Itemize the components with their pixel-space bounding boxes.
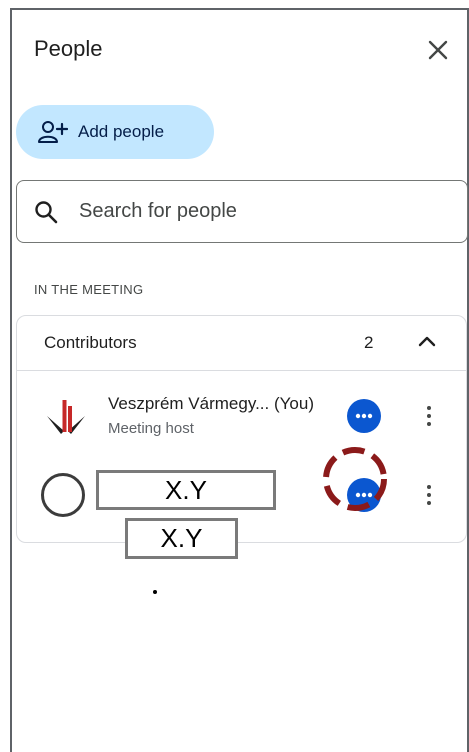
close-icon [428, 40, 448, 60]
add-people-button[interactable]: Add people [16, 105, 214, 159]
contributors-label: Contributors [44, 333, 137, 352]
redacted-name-box: X.Y [96, 470, 276, 510]
redacted-label-box: X.Y [125, 518, 238, 559]
people-panel: People Add people Search for people IN T… [10, 8, 469, 752]
avatar [41, 473, 85, 517]
more-vert-icon[interactable] [419, 480, 439, 510]
search-placeholder: Search for people [79, 200, 237, 222]
person-add-icon [38, 121, 68, 143]
participant-role: Meeting host [108, 420, 194, 437]
participant-row: Veszprém Vármegy... (You) Meeting host [17, 386, 466, 446]
add-people-label: Add people [78, 122, 165, 141]
panel-title: People [34, 36, 103, 61]
search-people-input[interactable]: Search for people [16, 180, 468, 243]
search-icon [35, 200, 58, 223]
section-heading: IN THE MEETING [34, 282, 144, 297]
contributors-count: 2 [364, 333, 374, 352]
more-horizontal-icon [355, 413, 373, 419]
contributors-header[interactable]: Contributors 2 [17, 316, 466, 371]
marker-dot [153, 590, 157, 594]
participant-name: Veszprém Vármegy... (You) [108, 394, 314, 413]
highlight-ring-icon [323, 447, 387, 511]
participant-options-button[interactable] [347, 399, 381, 433]
more-vert-icon[interactable] [419, 401, 439, 431]
close-button[interactable] [424, 36, 452, 64]
organization-logo-icon [47, 400, 85, 434]
chevron-up-icon [418, 336, 436, 347]
